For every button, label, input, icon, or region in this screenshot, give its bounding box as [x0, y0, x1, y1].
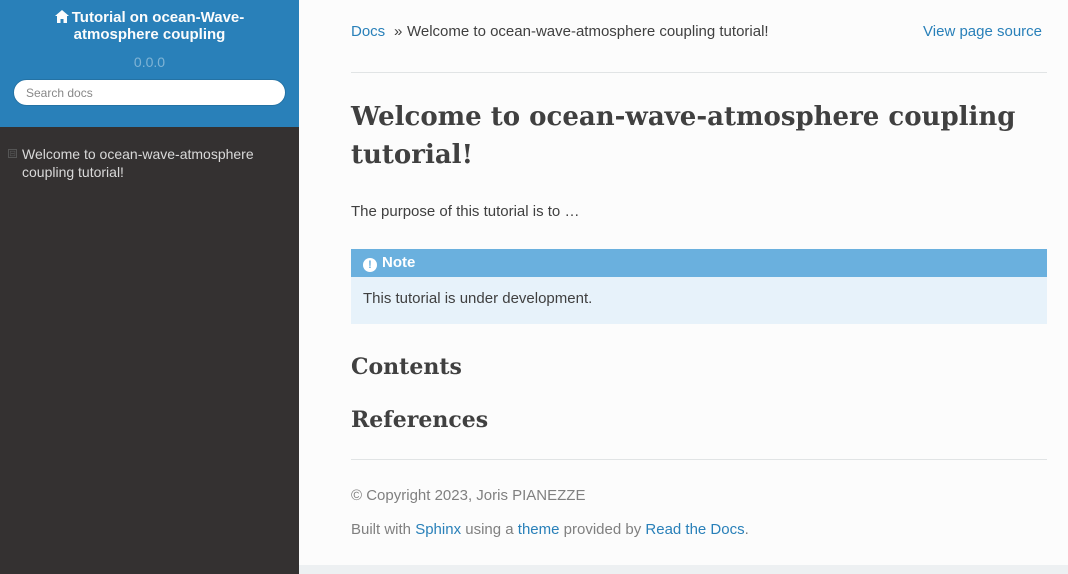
- note-admonition: ! Note This tutorial is under development…: [351, 249, 1047, 324]
- note-title-label: Note: [382, 254, 416, 271]
- built-with-prefix: Built with: [351, 521, 416, 538]
- project-title: Tutorial on ocean-Wave-atmosphere coupli…: [71, 9, 245, 43]
- document: Docs » Welcome to ocean-wave-atmosphere …: [351, 0, 1047, 538]
- toc-item-label: Welcome to ocean-wave-atmosphere couplin…: [22, 146, 254, 180]
- breadcrumb-docs-link[interactable]: Docs: [351, 23, 385, 40]
- theme-link[interactable]: theme: [518, 521, 560, 538]
- search-input[interactable]: [13, 79, 286, 106]
- intro-paragraph: The purpose of this tutorial is to …: [351, 203, 580, 220]
- copyright-text: © Copyright 2023, Joris PIANEZZE: [351, 487, 586, 504]
- section-heading-references: References: [351, 407, 489, 433]
- built-with-text: Built with Sphinx using a theme provided…: [351, 521, 749, 538]
- section-heading-contents: Contents: [351, 354, 462, 380]
- note-body: This tutorial is under development.: [363, 290, 593, 307]
- breadcrumb: Docs » Welcome to ocean-wave-atmosphere …: [351, 0, 1047, 73]
- sidebar: Tutorial on ocean-Wave-atmosphere coupli…: [0, 0, 299, 574]
- sphinx-link[interactable]: Sphinx: [415, 521, 461, 538]
- view-page-source-link[interactable]: View page source: [923, 23, 1042, 40]
- footer-divider: [351, 459, 1047, 460]
- using-a-text: using a: [461, 521, 518, 538]
- breadcrumb-separator: »: [394, 23, 403, 40]
- note-title: ! Note: [351, 249, 1047, 277]
- toc-expand-icon[interactable]: ⊟: [8, 149, 17, 158]
- toc-menu: ⊟ Welcome to ocean-wave-atmosphere coupl…: [0, 127, 299, 181]
- home-icon: [54, 10, 69, 23]
- exclamation-circle-icon: !: [363, 258, 377, 272]
- toc-item-welcome[interactable]: ⊟ Welcome to ocean-wave-atmosphere coupl…: [0, 145, 299, 181]
- main-content: Docs » Welcome to ocean-wave-atmosphere …: [299, 0, 1068, 565]
- search-form: [0, 79, 299, 106]
- breadcrumb-current: Welcome to ocean-wave-atmosphere couplin…: [407, 23, 769, 40]
- sidebar-header: Tutorial on ocean-Wave-atmosphere coupli…: [0, 0, 299, 127]
- project-home-link[interactable]: Tutorial on ocean-Wave-atmosphere coupli…: [40, 9, 260, 43]
- provided-by-text: provided by: [559, 521, 646, 538]
- version-label: 0.0.0: [133, 54, 166, 70]
- read-the-docs-link[interactable]: Read the Docs: [645, 521, 744, 538]
- period-text: .: [744, 521, 749, 538]
- page-title: Welcome to ocean-wave-atmosphere couplin…: [351, 102, 1016, 170]
